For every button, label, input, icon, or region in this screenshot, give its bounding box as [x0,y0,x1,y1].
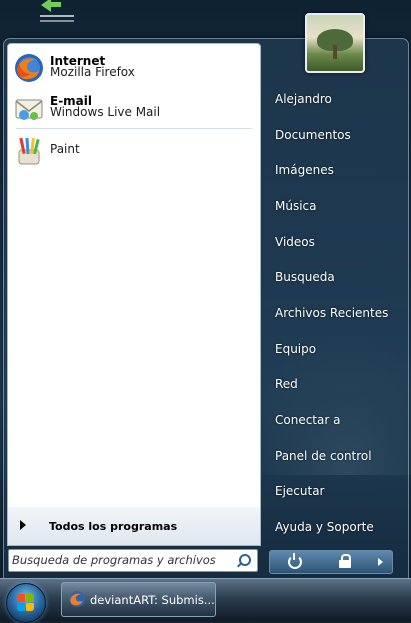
mail-icon [15,99,43,120]
search-icon[interactable] [239,554,251,566]
shutdown-button[interactable] [269,550,321,574]
right-item-documents[interactable]: Documentos [275,128,351,142]
arrow-right-icon [378,558,383,566]
windows-logo-icon [17,594,25,602]
right-item-connect-to[interactable]: Conectar a [275,413,340,427]
right-item-control-panel[interactable]: Panel de control [275,449,372,463]
right-item-run[interactable]: Ejecutar [275,484,325,498]
program-internet[interactable]: Internet Mozilla Firefox [8,48,260,88]
right-item-pictures[interactable]: Imágenes [275,163,334,177]
triangle-right-icon [20,520,26,530]
firefox-icon [15,54,43,82]
search-box[interactable] [8,549,258,572]
right-item-recent-files[interactable]: Archivos Recientes [275,306,388,320]
shutdown-options-button[interactable] [370,550,393,574]
program-paint[interactable]: Paint [8,132,260,172]
power-icon [288,553,302,569]
taskbar-button-label: deviantART: Submis... [90,593,215,607]
taskbar-button-firefox[interactable]: deviantART: Submis... [61,582,216,617]
search-input[interactable] [12,551,234,569]
program-subtitle: Windows Live Mail [50,105,161,119]
right-item-music[interactable]: Música [275,199,317,213]
firefox-icon [69,591,85,607]
program-subtitle: Mozilla Firefox [50,65,135,79]
right-item-computer[interactable]: Equipo [275,342,316,356]
right-item-user[interactable]: Alejandro [275,92,332,106]
right-item-search[interactable]: Busqueda [275,270,335,284]
start-button[interactable] [6,583,46,623]
program-title: Paint [50,142,80,156]
right-item-help[interactable]: Ayuda y Soporte [275,520,374,534]
right-item-network[interactable]: Red [275,377,298,391]
back-arrow-icon[interactable] [37,0,77,26]
user-avatar[interactable] [305,13,365,73]
program-email[interactable]: E-mail Windows Live Mail [8,88,260,128]
programs-pane: Internet Mozilla Firefox E-mail Windows … [7,43,261,509]
lock-button[interactable] [320,550,371,574]
all-programs-button[interactable]: Todos los programas [7,507,261,546]
paint-icon [18,137,40,165]
right-item-videos[interactable]: Videos [275,235,315,249]
all-programs-label: Todos los programas [49,520,178,533]
separator [16,128,252,129]
